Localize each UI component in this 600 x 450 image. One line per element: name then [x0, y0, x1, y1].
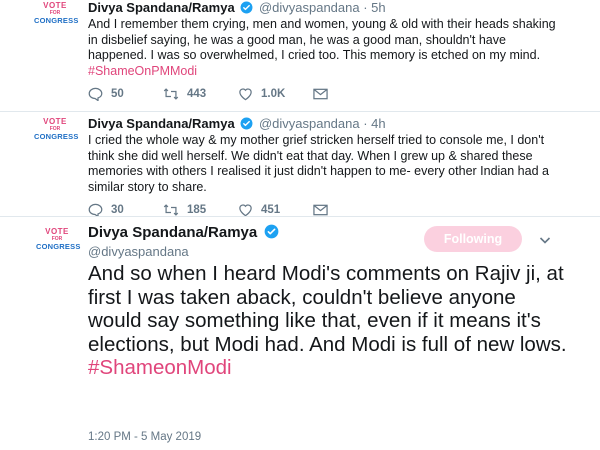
tweet-time[interactable]: 5h	[371, 0, 385, 15]
reply-count: 30	[111, 204, 124, 216]
author-handle[interactable]: @divyaspandana	[88, 244, 281, 259]
avatar[interactable]: VOTE FOR CONGRESS	[34, 117, 79, 154]
like-button[interactable]: 451	[238, 203, 313, 217]
direct-message-button[interactable]	[313, 204, 388, 216]
tweet-timestamp[interactable]: 1:20 PM - 5 May 2019	[88, 431, 201, 443]
reply-button[interactable]: 50	[88, 87, 163, 101]
reply-icon	[88, 203, 103, 217]
author-handle[interactable]: @divyaspandana	[259, 0, 360, 15]
divider	[0, 111, 600, 112]
tweet[interactable]: VOTE FOR CONGRESS Divya Spandana/Ramya @…	[34, 0, 566, 110]
tweet-content: Divya Spandana/Ramya @divyaspandana · 4h…	[88, 116, 566, 217]
separator: ·	[363, 116, 372, 131]
tweet-body: I cried the whole way & my mother grief …	[88, 133, 549, 194]
avatar-text-congress: CONGRESS	[36, 242, 81, 251]
retweet-button[interactable]: 185	[163, 203, 238, 217]
like-icon	[239, 88, 252, 101]
tweet-actions: 30 185 451	[88, 203, 566, 217]
tweet-header: Divya Spandana/Ramya @divyaspandana · 4h	[88, 116, 566, 132]
like-count: 1.0K	[261, 88, 286, 100]
divider	[0, 216, 600, 217]
retweet-count: 185	[187, 204, 207, 216]
main-tweet-author: Divya Spandana/Ramya @divyaspandana	[88, 224, 281, 259]
avatar[interactable]: VOTE FOR CONGRESS	[34, 1, 79, 38]
like-button[interactable]: 1.0K	[238, 87, 313, 101]
retweet-count: 443	[187, 88, 207, 100]
verified-icon	[240, 117, 253, 130]
main-tweet-text: And so when I heard Modi's comments on R…	[88, 262, 568, 380]
separator: ·	[363, 0, 372, 15]
tweet-text: And I remember them crying, men and wome…	[88, 17, 566, 79]
author-handle[interactable]: @divyaspandana	[259, 116, 360, 131]
like-count: 451	[261, 204, 281, 216]
tweet-time[interactable]: 4h	[371, 116, 385, 131]
tweet-body: And I remember them crying, men and wome…	[88, 17, 556, 62]
verified-icon	[264, 224, 279, 239]
avatar-text-vote: VOTE	[45, 227, 69, 236]
hashtag-link[interactable]: #ShameonModi	[88, 356, 568, 380]
tweet-header: Divya Spandana/Ramya @divyaspandana · 5h	[88, 0, 566, 16]
like-icon	[239, 204, 252, 217]
verified-icon	[240, 1, 253, 14]
reply-icon	[88, 87, 103, 101]
avatar-text-congress: CONGRESS	[34, 132, 79, 141]
tweet-text: I cried the whole way & my mother grief …	[88, 133, 566, 195]
avatar-text-congress: CONGRESS	[34, 16, 79, 25]
retweet-icon	[163, 204, 179, 216]
reply-count: 50	[111, 88, 124, 100]
following-button[interactable]: Following	[424, 226, 522, 252]
direct-message-button[interactable]	[313, 88, 388, 100]
reply-button[interactable]: 30	[88, 203, 163, 217]
chevron-down-icon[interactable]	[539, 235, 551, 245]
tweet[interactable]: VOTE FOR CONGRESS Divya Spandana/Ramya @…	[34, 116, 566, 217]
tweet-body: And so when I heard Modi's comments on R…	[88, 262, 567, 356]
hashtag-link[interactable]: #ShameOnPMModi	[88, 64, 566, 80]
tweet-content: Divya Spandana/Ramya @divyaspandana · 5h…	[88, 0, 566, 101]
author-name[interactable]: Divya Spandana/Ramya	[88, 116, 235, 131]
retweet-icon	[163, 88, 179, 100]
tweet-actions: 50 443 1.0K	[88, 87, 566, 101]
mail-icon	[313, 204, 328, 216]
author-name[interactable]: Divya Spandana/Ramya	[88, 0, 235, 15]
avatar-text-vote: VOTE	[43, 1, 67, 10]
avatar[interactable]: VOTE FOR CONGRESS	[36, 227, 81, 264]
mail-icon	[313, 88, 328, 100]
avatar-text-vote: VOTE	[43, 117, 67, 126]
retweet-button[interactable]: 443	[163, 87, 238, 101]
author-name[interactable]: Divya Spandana/Ramya	[88, 224, 257, 241]
